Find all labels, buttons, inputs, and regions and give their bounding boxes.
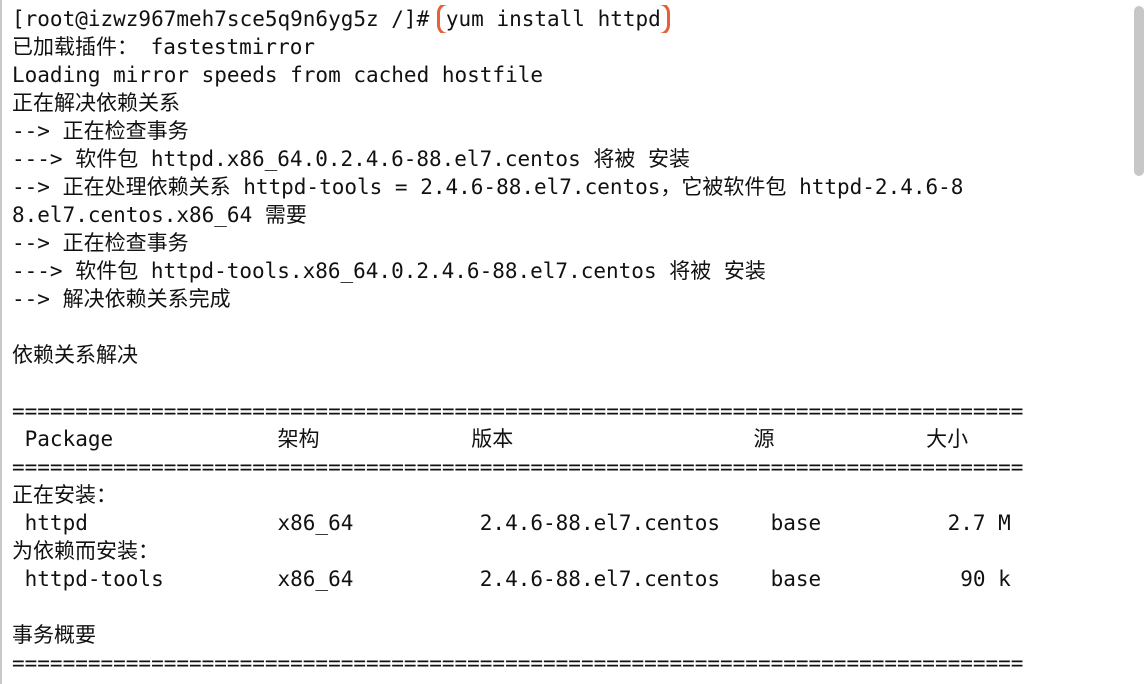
output-line: --> 正在检查事务 bbox=[12, 119, 189, 143]
terminal-output: [root@izwz967meh7sce5q9n6yg5z /]# yum in… bbox=[12, 5, 1132, 677]
shell-prompt: [root@izwz967meh7sce5q9n6yg5z /]# bbox=[12, 7, 442, 31]
output-line: --> 正在处理依赖关系 httpd-tools = 2.4.6-88.el7.… bbox=[12, 175, 964, 199]
table-separator: ========================================… bbox=[12, 399, 1024, 423]
output-line: 依赖关系解决 bbox=[12, 343, 138, 367]
terminal-window[interactable]: [root@izwz967meh7sce5q9n6yg5z /]# yum in… bbox=[0, 0, 1148, 684]
table-section-installing: 正在安装： bbox=[12, 483, 117, 507]
table-section-dependencies: 为依赖而安装： bbox=[12, 539, 159, 563]
prompt-line: [root@izwz967meh7sce5q9n6yg5z /]# yum in… bbox=[12, 5, 1132, 33]
table-header: Package 架构 版本 源 大小 bbox=[12, 427, 969, 451]
transaction-summary-heading: 事务概要 bbox=[12, 623, 96, 647]
output-line: ---> 软件包 httpd.x86_64.0.2.4.6-88.el7.cen… bbox=[12, 147, 691, 171]
output-line: ---> 软件包 httpd-tools.x86_64.0.2.4.6-88.e… bbox=[12, 259, 766, 283]
table-row: httpd x86_64 2.4.6-88.el7.centos base 2.… bbox=[12, 511, 1011, 535]
highlighted-command: yum install httpd bbox=[436, 5, 670, 33]
output-line: Loading mirror speeds from cached hostfi… bbox=[12, 63, 544, 87]
output-line: 正在解决依赖关系 bbox=[12, 91, 180, 115]
output-line: --> 解决依赖关系完成 bbox=[12, 287, 231, 311]
output-line: --> 正在检查事务 bbox=[12, 231, 189, 255]
table-separator: ========================================… bbox=[12, 651, 1024, 675]
table-separator: ========================================… bbox=[12, 455, 1024, 479]
output-line: 8.el7.centos.x86_64 需要 bbox=[12, 203, 307, 227]
output-line: 已加载插件： fastestmirror bbox=[12, 35, 316, 59]
table-row: httpd-tools x86_64 2.4.6-88.el7.centos b… bbox=[12, 567, 1011, 591]
vertical-scrollbar[interactable] bbox=[1134, 6, 1144, 176]
